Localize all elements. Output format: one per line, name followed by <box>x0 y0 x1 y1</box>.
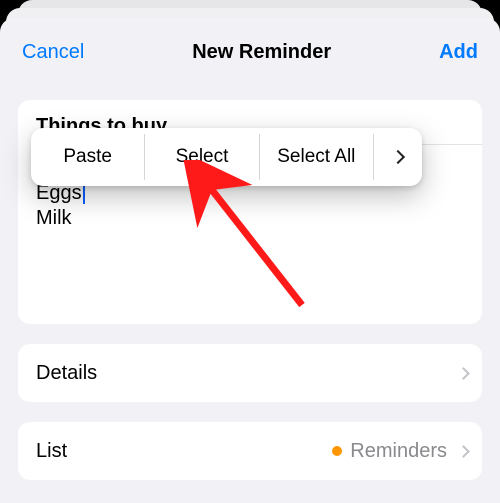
more-menu-button[interactable] <box>374 128 422 186</box>
notes-line: Milk <box>36 206 464 232</box>
row-accessory: Reminders <box>332 440 468 463</box>
add-button[interactable]: Add <box>439 41 478 64</box>
chevron-right-icon <box>457 445 470 458</box>
chevron-right-icon <box>391 150 405 164</box>
text-edit-menu: Paste Select Select All <box>31 128 422 186</box>
select-all-button[interactable]: Select All <box>260 128 373 186</box>
page-title: New Reminder <box>192 41 331 64</box>
list-label: List <box>36 440 67 463</box>
list-value: Reminders <box>350 440 447 463</box>
list-color-dot-icon <box>332 446 342 456</box>
list-row[interactable]: List Reminders <box>18 422 482 480</box>
cancel-button[interactable]: Cancel <box>22 41 84 64</box>
sheet-header: Cancel New Reminder Add <box>0 32 500 72</box>
new-reminder-sheet: Cancel New Reminder Add Things to buy Br… <box>0 18 500 503</box>
paste-button[interactable]: Paste <box>31 128 144 186</box>
chevron-right-icon <box>457 367 470 380</box>
details-label: Details <box>36 362 97 385</box>
row-accessory <box>455 369 468 378</box>
select-button[interactable]: Select <box>145 128 258 186</box>
details-row[interactable]: Details <box>18 344 482 402</box>
